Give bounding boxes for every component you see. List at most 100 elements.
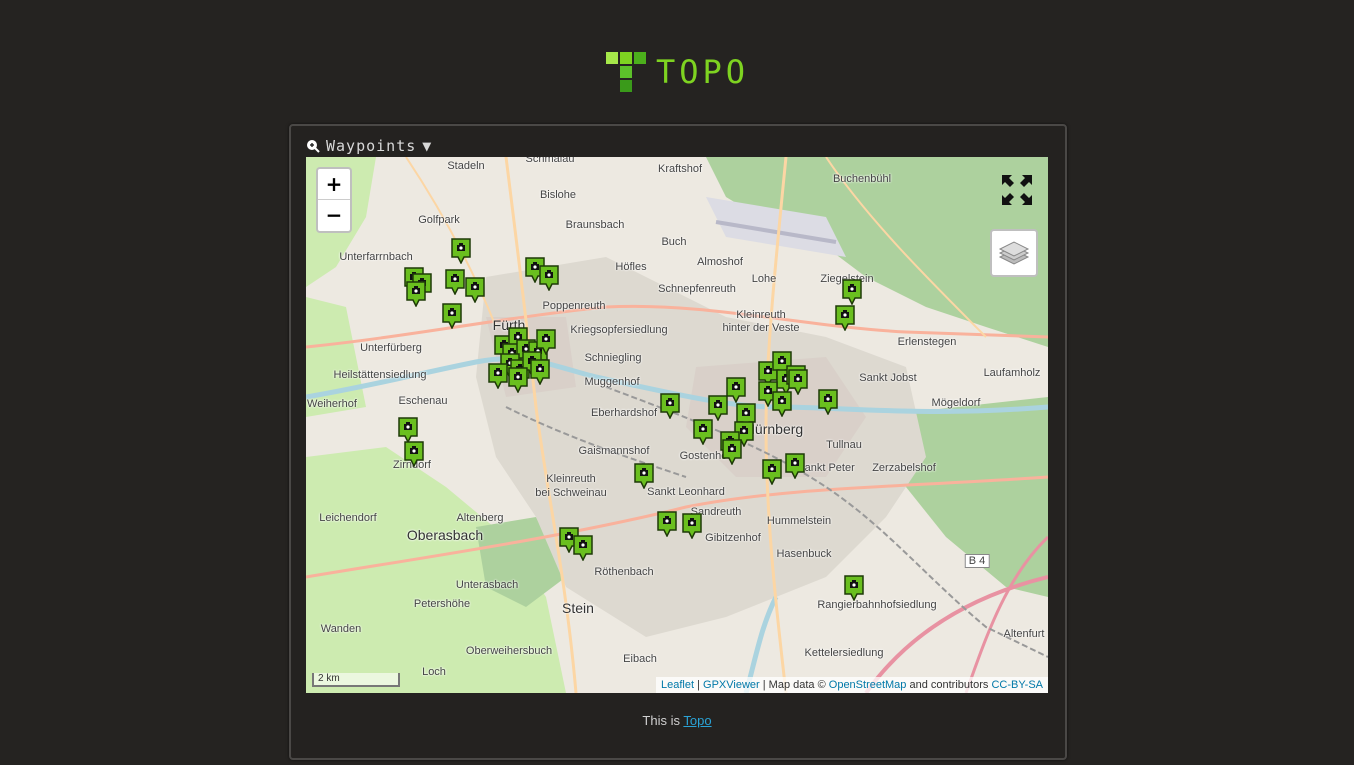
place-label: Altenberg — [456, 512, 504, 524]
waypoint-marker-icon[interactable] — [844, 575, 864, 602]
waypoint-marker-icon[interactable] — [451, 238, 471, 265]
place-label: Sankt Peter — [797, 462, 855, 474]
waypoint-marker-icon[interactable] — [657, 511, 677, 538]
zoom-out-button[interactable]: − — [318, 200, 350, 230]
waypoint-marker-icon[interactable] — [785, 453, 805, 480]
waypoint-marker-icon[interactable] — [406, 281, 426, 308]
waypoint-marker-icon[interactable] — [539, 265, 559, 292]
zoom-control: + − — [316, 167, 352, 233]
place-label: Stadeln — [447, 160, 485, 172]
place-label: Kriegsopfersiedlung — [570, 324, 668, 336]
place-label: Poppenreuth — [542, 300, 606, 312]
map-attribution: Leaflet | GPXViewer | Map data © OpenStr… — [656, 677, 1048, 693]
waypoint-marker-icon[interactable] — [445, 269, 465, 296]
waypoint-marker-icon[interactable] — [682, 513, 702, 540]
app-title: TOPO — [656, 53, 750, 91]
place-label: Petershöhe — [413, 598, 471, 610]
place-label: Unterfürberg — [360, 342, 422, 354]
place-label: Buchenbühl — [832, 173, 892, 185]
place-label: Muggenhof — [584, 376, 640, 388]
waypoint-marker-icon[interactable] — [508, 367, 528, 394]
waypoints-label: Waypoints — [326, 137, 417, 155]
waypoint-marker-icon[interactable] — [442, 303, 462, 330]
place-label: Leichendorf — [319, 512, 377, 524]
place-label: Oberweihersbuch — [465, 645, 553, 657]
place-label: Laufamholz — [983, 367, 1041, 379]
place-label: Buch — [661, 236, 687, 248]
waypoint-marker-icon[interactable] — [404, 441, 424, 468]
fullscreen-icon[interactable] — [1000, 173, 1034, 207]
place-label: Wanden — [320, 623, 362, 635]
contributors-text: and contributors — [909, 679, 989, 691]
leaflet-link[interactable]: Leaflet — [661, 679, 694, 691]
place-label: Kraftshof — [657, 163, 703, 175]
place-label: Braunsbach — [565, 219, 625, 231]
waypoint-marker-icon[interactable] — [788, 369, 808, 396]
waypoint-marker-icon[interactable] — [693, 419, 713, 446]
topo-link[interactable]: Topo — [683, 713, 711, 728]
waypoint-marker-icon[interactable] — [488, 363, 508, 390]
openstreetmap-link[interactable]: OpenStreetMap — [829, 679, 907, 691]
zoom-in-magnifier-icon — [307, 140, 320, 153]
place-label: Gaismannshof — [578, 445, 650, 457]
footer: This is Topo — [0, 713, 1354, 728]
footer-text: This is — [642, 713, 680, 728]
place-label: Weiherhof — [307, 398, 357, 410]
scale-bar: 2 km — [312, 673, 400, 687]
place-label: Stein — [562, 600, 594, 616]
place-label: Loch — [422, 666, 446, 678]
place-label: Almoshof — [697, 256, 743, 268]
topo-logo-icon — [606, 52, 646, 92]
map-view[interactable]: Stadeln Schmalau Kraftshof Buchenbühl Bi… — [306, 157, 1048, 693]
place-label: Bislohe — [539, 189, 577, 201]
place-label: hinter der Veste — [722, 322, 800, 334]
place-label: Eberhardshof — [590, 407, 658, 419]
place-label: Schmalau — [525, 157, 575, 165]
chevron-down-icon: ▼ — [422, 137, 433, 155]
place-label: Kleinreuth — [546, 473, 596, 485]
place-label: Golfpark — [418, 214, 460, 226]
attribution-separator: | — [697, 679, 700, 691]
place-label: Unterfarrnbach — [339, 251, 413, 263]
waypoint-marker-icon[interactable] — [465, 277, 485, 304]
place-label: Sankt Jobst — [859, 372, 917, 384]
place-label: Erlenstegen — [897, 336, 957, 348]
place-label: Altenfurt — [1003, 628, 1045, 640]
road-shield-label: B 4 — [964, 554, 990, 568]
zoom-in-button[interactable]: + — [318, 169, 350, 200]
layers-icon — [998, 241, 1030, 265]
place-label: Zerzabelshof — [872, 462, 936, 474]
waypoint-marker-icon[interactable] — [818, 389, 838, 416]
waypoint-marker-icon[interactable] — [660, 393, 680, 420]
place-label: Kleinreuth — [736, 309, 786, 321]
place-label: Schniegling — [584, 352, 642, 364]
waypoint-marker-icon[interactable] — [398, 417, 418, 444]
waypoint-marker-icon[interactable] — [722, 439, 742, 466]
gpxviewer-link[interactable]: GPXViewer — [703, 679, 760, 691]
waypoint-marker-icon[interactable] — [835, 305, 855, 332]
waypoints-toggle[interactable]: Waypoints ▼ — [306, 136, 432, 156]
place-label: Rangierbahnhofsiedlung — [817, 599, 937, 611]
place-label: Hasenbuck — [776, 548, 832, 560]
place-label: Unterasbach — [455, 579, 519, 591]
waypoint-marker-icon[interactable] — [573, 535, 593, 562]
place-label: Hummelstein — [766, 515, 832, 527]
license-link[interactable]: CC-BY-SA — [991, 679, 1043, 691]
waypoint-marker-icon[interactable] — [634, 463, 654, 490]
place-label: Sankt Leonhard — [647, 486, 725, 498]
place-label: Heilstättensiedlung — [333, 369, 427, 381]
place-label: Röthenbach — [594, 566, 654, 578]
layers-button[interactable] — [990, 229, 1038, 277]
place-label: Eschenau — [398, 395, 448, 407]
place-label: bei Schweinau — [535, 487, 607, 499]
waypoint-marker-icon[interactable] — [726, 377, 746, 404]
waypoint-marker-icon[interactable] — [842, 279, 862, 306]
place-label: Oberasbach — [406, 527, 484, 543]
place-label: Höfles — [615, 261, 647, 273]
waypoint-marker-icon[interactable] — [530, 359, 550, 386]
place-label: Tullnau — [826, 439, 862, 451]
map-data-text: | Map data © — [762, 679, 826, 691]
waypoint-marker-icon[interactable] — [708, 395, 728, 422]
waypoint-marker-icon[interactable] — [762, 459, 782, 486]
place-label: Schnepfenreuth — [658, 283, 736, 295]
